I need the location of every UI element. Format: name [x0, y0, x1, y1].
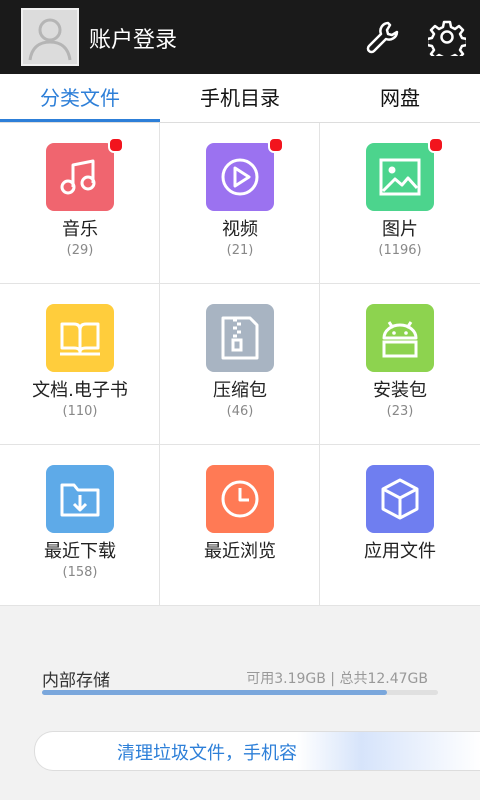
- category-label: 最近浏览: [204, 541, 276, 562]
- category-count: (110): [62, 404, 98, 419]
- internal-storage-label: 内部存储: [42, 671, 110, 691]
- clean-junk-label: 清理垃圾文件，手机容: [117, 743, 297, 764]
- category-recent-browsing[interactable]: 最近浏览: [160, 445, 320, 606]
- storage-capacity-info: 可用3.19GB | 总共12.47GB: [246, 671, 428, 687]
- category-video[interactable]: 视频 (21): [160, 123, 320, 284]
- login-link[interactable]: 账户登录: [89, 22, 177, 54]
- storage-usage-fill: [42, 690, 387, 695]
- android-icon: [366, 304, 434, 372]
- category-label: 压缩包: [213, 380, 267, 401]
- image-icon: [366, 143, 434, 211]
- music-icon: [46, 143, 114, 211]
- category-count: (1196): [378, 243, 422, 258]
- clean-junk-button[interactable]: 清理垃圾文件，手机容: [34, 731, 480, 771]
- clock-icon: [206, 465, 274, 533]
- storage-usage-bar: [42, 690, 438, 695]
- zip-icon: [206, 304, 274, 372]
- tab-bar: 分类文件 手机目录 网盘: [0, 74, 480, 123]
- category-label: 应用文件: [364, 541, 436, 562]
- tab-cloud-drive[interactable]: 网盘: [320, 74, 480, 122]
- category-count: (29): [66, 243, 94, 258]
- category-label: 视频: [222, 219, 258, 240]
- category-label: 图片: [382, 219, 418, 240]
- tab-phone-directory[interactable]: 手机目录: [160, 74, 320, 122]
- category-recent-downloads[interactable]: 最近下载 (158): [0, 445, 160, 606]
- category-apk-packages[interactable]: 安装包 (23): [320, 284, 480, 445]
- user-avatar-icon[interactable]: [21, 8, 79, 66]
- play-icon: [206, 143, 274, 211]
- new-badge-dot: [268, 137, 284, 153]
- category-count: (21): [226, 243, 254, 258]
- category-count: (158): [62, 565, 98, 580]
- active-tab-indicator: [0, 119, 160, 122]
- wrench-icon[interactable]: [364, 18, 402, 56]
- new-badge-dot: [108, 137, 124, 153]
- category-archives[interactable]: 压缩包 (46): [160, 284, 320, 445]
- cube-icon: [366, 465, 434, 533]
- gear-icon[interactable]: [425, 18, 469, 64]
- category-label: 文档.电子书: [32, 380, 128, 401]
- category-label: 安装包: [373, 380, 427, 401]
- category-grid: 音乐 (29) 视频 (21) 图片 (1196) 文档.电子书 (110) 压…: [0, 123, 480, 606]
- category-label: 最近下载: [44, 541, 116, 562]
- category-label: 音乐: [62, 219, 98, 240]
- category-music[interactable]: 音乐 (29): [0, 123, 160, 284]
- top-bar: 账户登录: [0, 0, 480, 74]
- new-badge-dot: [428, 137, 444, 153]
- category-app-files[interactable]: 应用文件: [320, 445, 480, 606]
- book-icon: [46, 304, 114, 372]
- category-documents[interactable]: 文档.电子书 (110): [0, 284, 160, 445]
- category-images[interactable]: 图片 (1196): [320, 123, 480, 284]
- download-folder-icon: [46, 465, 114, 533]
- category-count: (46): [226, 404, 254, 419]
- tab-categories[interactable]: 分类文件: [0, 74, 160, 122]
- shimmer-overlay: [297, 732, 480, 770]
- category-count: (23): [386, 404, 414, 419]
